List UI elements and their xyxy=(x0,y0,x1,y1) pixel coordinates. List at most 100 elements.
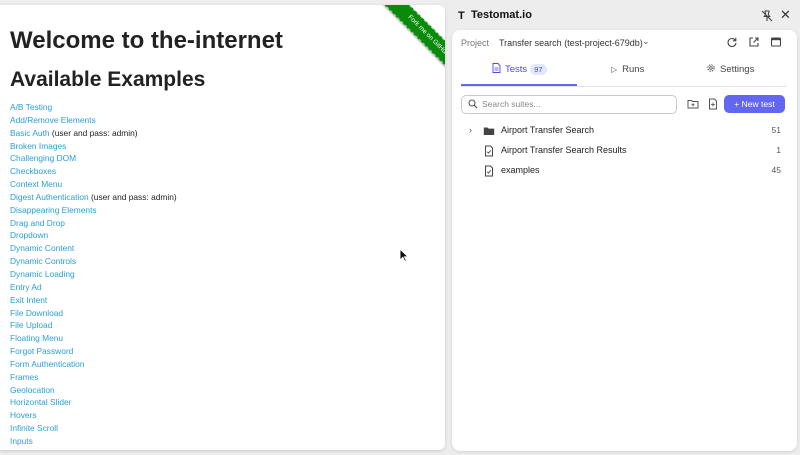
example-note: (user and pass: admin) xyxy=(88,191,177,202)
example-list-item: Dynamic Loading xyxy=(10,268,177,281)
extension-header: T Testomat.io ✕ xyxy=(452,0,800,30)
example-list-item: Dropdown xyxy=(10,229,177,242)
example-link[interactable]: Dynamic Controls xyxy=(10,256,76,266)
example-link[interactable]: Drag and Drop xyxy=(10,218,65,228)
example-list-item: Disappearing Elements xyxy=(10,204,177,217)
example-link[interactable]: A/B Testing xyxy=(10,102,52,112)
example-list-item: Basic Auth (user and pass: admin) xyxy=(10,127,177,140)
example-list-item: Exit Intent xyxy=(10,294,177,307)
tab-tests[interactable]: Tests 97 xyxy=(492,60,547,86)
tests-count-badge: 97 xyxy=(530,64,547,75)
example-link[interactable]: Broken Images xyxy=(10,141,66,151)
example-link[interactable]: File Download xyxy=(10,308,63,318)
example-list-item: Frames xyxy=(10,371,177,384)
tab-settings[interactable]: Settings xyxy=(706,60,754,86)
example-link[interactable]: Forgot Password xyxy=(10,346,73,356)
suite-label: Airport Transfer Search Results xyxy=(501,145,627,155)
fork-github-ribbon[interactable]: Fork me on GitHub xyxy=(382,5,445,75)
example-link[interactable]: Add/Remove Elements xyxy=(10,115,96,125)
extension-panel: Project Transfer search (test-project-67… xyxy=(452,30,797,451)
example-link[interactable]: Infinite Scroll xyxy=(10,423,58,433)
example-list-item: Dynamic Content xyxy=(10,242,177,255)
example-list-item: Floating Menu xyxy=(10,332,177,345)
example-link[interactable]: Challenging DOM xyxy=(10,153,76,163)
example-link[interactable]: Dropdown xyxy=(10,230,48,240)
example-link[interactable]: Form Authentication xyxy=(10,359,84,369)
chevron-down-icon[interactable]: ⌄ xyxy=(642,36,650,47)
example-list-item: Inputs xyxy=(10,435,177,448)
new-test-button[interactable]: + New test xyxy=(724,95,785,113)
example-link[interactable]: Dynamic Content xyxy=(10,243,74,253)
unpin-icon[interactable] xyxy=(760,9,774,23)
file-icon xyxy=(485,145,493,157)
window-icon[interactable] xyxy=(770,36,782,48)
tab-runs[interactable]: ▷ Runs xyxy=(611,60,644,86)
suite-label: examples xyxy=(501,165,540,175)
example-link[interactable]: Basic Auth xyxy=(10,128,50,138)
example-list-item: A/B Testing xyxy=(10,101,177,114)
example-link[interactable]: Disappearing Elements xyxy=(10,205,97,215)
example-link[interactable]: Checkboxes xyxy=(10,166,56,176)
example-list-item: Entry Ad xyxy=(10,281,177,294)
search-box xyxy=(461,95,677,114)
gear-icon xyxy=(707,64,715,72)
example-link[interactable]: Hovers xyxy=(10,410,37,420)
refresh-icon[interactable] xyxy=(726,36,738,48)
suite-label: Airport Transfer Search xyxy=(501,125,595,135)
suite-count: 1 xyxy=(776,145,781,155)
folder-icon xyxy=(483,127,495,135)
project-label: Project xyxy=(461,38,490,48)
example-note: (user and pass: admin) xyxy=(49,127,138,138)
external-link-icon[interactable] xyxy=(748,36,760,48)
file-icon xyxy=(485,165,493,177)
example-list-item: Digest Authentication (user and pass: ad… xyxy=(10,191,177,204)
examples-list: A/B Testing Add/Remove Elements Basic Auth… xyxy=(10,101,177,448)
search-input[interactable] xyxy=(482,97,670,111)
example-list-item: Geolocation xyxy=(10,384,177,397)
tab-runs-label: Runs xyxy=(622,64,645,75)
example-list-item: Form Authentication xyxy=(10,358,177,371)
tab-settings-label: Settings xyxy=(720,64,755,75)
example-link[interactable]: Context Menu xyxy=(10,179,62,189)
project-selector[interactable]: Transfer search (test-project-679db) xyxy=(499,38,643,48)
testomat-logo-icon: T xyxy=(458,10,465,22)
example-list-item: Broken Images xyxy=(10,140,177,153)
example-list-item: Drag and Drop xyxy=(10,217,177,230)
example-link[interactable]: Frames xyxy=(10,372,38,382)
example-link[interactable]: Digest Authentication xyxy=(10,192,89,202)
example-link[interactable]: Entry Ad xyxy=(10,282,42,292)
example-list-item: Context Menu xyxy=(10,178,177,191)
example-list-item: File Upload xyxy=(10,319,177,332)
new-folder-icon[interactable] xyxy=(685,96,701,112)
file-icon xyxy=(492,63,501,73)
suite-row[interactable]: Airport Transfer Search Results 1 xyxy=(461,142,787,160)
example-link[interactable]: Floating Menu xyxy=(10,333,63,343)
new-file-icon[interactable] xyxy=(705,96,721,112)
example-list-item: Challenging DOM xyxy=(10,152,177,165)
chevron-right-icon[interactable]: › xyxy=(469,125,472,135)
suite-row[interactable]: examples 45 xyxy=(461,162,787,180)
example-list-item: Checkboxes xyxy=(10,165,177,178)
example-link[interactable]: Inputs xyxy=(10,436,33,446)
example-list-item: Add/Remove Elements xyxy=(10,114,177,127)
search-icon xyxy=(468,99,478,109)
suite-row[interactable]: › Airport Transfer Search 51 xyxy=(461,122,787,140)
example-link[interactable]: Geolocation xyxy=(10,385,55,395)
page-heading: Welcome to the-internet xyxy=(10,27,283,54)
example-list-item: Horizontal Slider xyxy=(10,396,177,409)
page-subheading: Available Examples xyxy=(10,68,206,91)
suite-count: 45 xyxy=(771,165,781,175)
suite-count: 51 xyxy=(771,125,781,135)
tab-tests-label: Tests xyxy=(505,64,528,75)
example-link[interactable]: Exit Intent xyxy=(10,295,47,305)
example-list-item: File Download xyxy=(10,307,177,320)
example-link[interactable]: Dynamic Loading xyxy=(10,269,75,279)
example-link[interactable]: File Upload xyxy=(10,320,52,330)
tab-bar: Tests 97 ▷ Runs Settings xyxy=(461,60,787,87)
extension-title: Testomat.io xyxy=(471,9,532,21)
play-icon: ▷ xyxy=(611,65,618,74)
example-list-item: Dynamic Controls xyxy=(10,255,177,268)
close-icon[interactable]: ✕ xyxy=(780,7,791,23)
example-list-item: Forgot Password xyxy=(10,345,177,358)
example-link[interactable]: Horizontal Slider xyxy=(10,397,71,407)
